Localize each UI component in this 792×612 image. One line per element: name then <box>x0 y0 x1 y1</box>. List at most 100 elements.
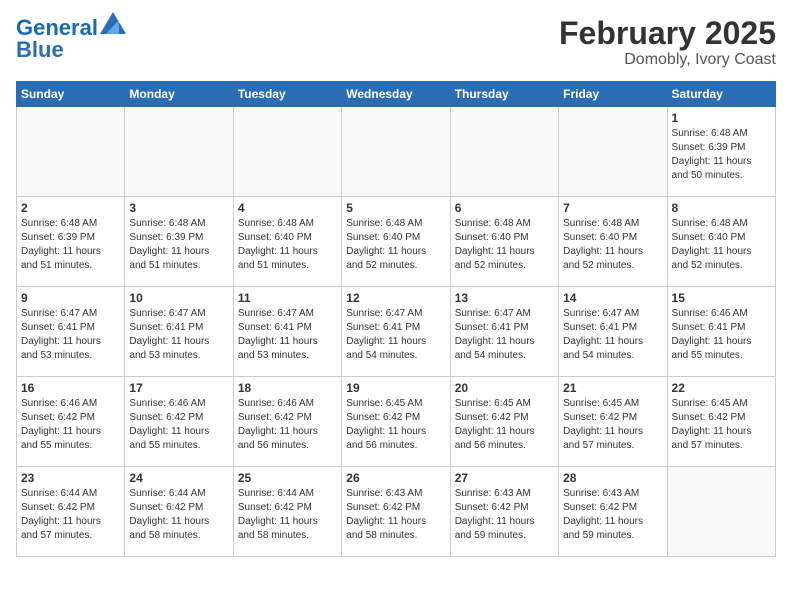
day-info: Sunrise: 6:47 AM Sunset: 6:41 PM Dayligh… <box>346 307 445 363</box>
day-info: Sunrise: 6:48 AM Sunset: 6:39 PM Dayligh… <box>129 217 228 273</box>
day-info: Sunrise: 6:48 AM Sunset: 6:39 PM Dayligh… <box>672 127 771 183</box>
day-info: Sunrise: 6:48 AM Sunset: 6:40 PM Dayligh… <box>563 217 662 273</box>
day-cell: 28 Sunrise: 6:43 AM Sunset: 6:42 PM Dayli… <box>559 467 667 557</box>
week-row-4: 23 Sunrise: 6:44 AM Sunset: 6:42 PM Dayli… <box>17 467 776 557</box>
col-monday: Monday <box>125 82 233 107</box>
day-cell: 4 Sunrise: 6:48 AM Sunset: 6:40 PM Daylig… <box>233 197 341 287</box>
title-block: February 2025 Domobly, Ivory Coast <box>559 16 776 69</box>
day-number: 13 <box>455 291 554 305</box>
col-friday: Friday <box>559 82 667 107</box>
col-sunday: Sunday <box>17 82 125 107</box>
day-number: 22 <box>672 381 771 395</box>
day-number: 24 <box>129 471 228 485</box>
header: General Blue February 2025 Domobly, Ivor… <box>16 16 776 69</box>
day-info: Sunrise: 6:45 AM Sunset: 6:42 PM Dayligh… <box>563 397 662 453</box>
day-number: 20 <box>455 381 554 395</box>
day-number: 10 <box>129 291 228 305</box>
day-cell <box>667 467 775 557</box>
day-cell: 24 Sunrise: 6:44 AM Sunset: 6:42 PM Dayli… <box>125 467 233 557</box>
day-info: Sunrise: 6:45 AM Sunset: 6:42 PM Dayligh… <box>346 397 445 453</box>
day-number: 23 <box>21 471 120 485</box>
day-cell: 25Sunrise: 6:44 AM Sunset: 6:42 PM Dayli… <box>233 467 341 557</box>
day-cell: 5Sunrise: 6:48 AM Sunset: 6:40 PM Daylig… <box>342 197 450 287</box>
day-info: Sunrise: 6:47 AM Sunset: 6:41 PM Dayligh… <box>563 307 662 363</box>
day-info: Sunrise: 6:46 AM Sunset: 6:41 PM Dayligh… <box>672 307 771 363</box>
day-info: Sunrise: 6:43 AM Sunset: 6:42 PM Dayligh… <box>455 487 554 543</box>
day-cell: 14 Sunrise: 6:47 AM Sunset: 6:41 PM Dayli… <box>559 287 667 377</box>
day-number: 15 <box>672 291 771 305</box>
day-cell: 12 Sunrise: 6:47 AM Sunset: 6:41 PM Dayli… <box>342 287 450 377</box>
day-info: Sunrise: 6:47 AM Sunset: 6:41 PM Dayligh… <box>129 307 228 363</box>
day-info: Sunrise: 6:48 AM Sunset: 6:40 PM Dayligh… <box>455 217 554 273</box>
day-cell: 11 Sunrise: 6:47 AM Sunset: 6:41 PM Dayli… <box>233 287 341 377</box>
day-cell <box>342 107 450 197</box>
day-number: 4 <box>238 201 337 215</box>
day-cell: 2Sunrise: 6:48 AM Sunset: 6:39 PM Daylig… <box>17 197 125 287</box>
day-number: 5 <box>346 201 445 215</box>
day-info: Sunrise: 6:45 AM Sunset: 6:42 PM Dayligh… <box>672 397 771 453</box>
logo-icon <box>100 12 126 34</box>
day-number: 6 <box>455 201 554 215</box>
day-number: 9 <box>21 291 120 305</box>
day-info: Sunrise: 6:47 AM Sunset: 6:41 PM Dayligh… <box>455 307 554 363</box>
day-number: 2 <box>21 201 120 215</box>
day-info: Sunrise: 6:47 AM Sunset: 6:41 PM Dayligh… <box>238 307 337 363</box>
day-info: Sunrise: 6:46 AM Sunset: 6:42 PM Dayligh… <box>238 397 337 453</box>
day-cell <box>233 107 341 197</box>
day-info: Sunrise: 6:46 AM Sunset: 6:42 PM Dayligh… <box>21 397 120 453</box>
day-number: 19 <box>346 381 445 395</box>
day-cell: 9 Sunrise: 6:47 AM Sunset: 6:41 PM Daylig… <box>17 287 125 377</box>
day-number: 16 <box>21 381 120 395</box>
day-info: Sunrise: 6:48 AM Sunset: 6:40 PM Dayligh… <box>238 217 337 273</box>
day-cell <box>125 107 233 197</box>
week-row-0: 1 Sunrise: 6:48 AM Sunset: 6:39 PM Daylig… <box>17 107 776 197</box>
col-thursday: Thursday <box>450 82 558 107</box>
week-row-2: 9 Sunrise: 6:47 AM Sunset: 6:41 PM Daylig… <box>17 287 776 377</box>
day-number: 11 <box>238 291 337 305</box>
day-number: 21 <box>563 381 662 395</box>
col-tuesday: Tuesday <box>233 82 341 107</box>
day-number: 8 <box>672 201 771 215</box>
day-number: 3 <box>129 201 228 215</box>
calendar-subtitle: Domobly, Ivory Coast <box>559 51 776 69</box>
day-number: 7 <box>563 201 662 215</box>
day-number: 26 <box>346 471 445 485</box>
day-cell: 7 Sunrise: 6:48 AM Sunset: 6:40 PM Daylig… <box>559 197 667 287</box>
day-cell: 17 Sunrise: 6:46 AM Sunset: 6:42 PM Dayli… <box>125 377 233 467</box>
day-cell <box>450 107 558 197</box>
day-number: 17 <box>129 381 228 395</box>
day-info: Sunrise: 6:45 AM Sunset: 6:42 PM Dayligh… <box>455 397 554 453</box>
col-wednesday: Wednesday <box>342 82 450 107</box>
calendar-container: General Blue February 2025 Domobly, Ivor… <box>0 0 792 565</box>
day-number: 1 <box>672 111 771 125</box>
day-info: Sunrise: 6:48 AM Sunset: 6:40 PM Dayligh… <box>672 217 771 273</box>
day-cell: 13 Sunrise: 6:47 AM Sunset: 6:41 PM Dayli… <box>450 287 558 377</box>
day-cell: 19 Sunrise: 6:45 AM Sunset: 6:42 PM Dayli… <box>342 377 450 467</box>
day-cell: 18Sunrise: 6:46 AM Sunset: 6:42 PM Dayli… <box>233 377 341 467</box>
day-number: 28 <box>563 471 662 485</box>
calendar-table: Sunday Monday Tuesday Wednesday Thursday… <box>16 81 776 557</box>
day-cell: 26 Sunrise: 6:43 AM Sunset: 6:42 PM Dayli… <box>342 467 450 557</box>
day-number: 25 <box>238 471 337 485</box>
week-row-1: 2 Sunrise: 6:48 AM Sunset: 6:39 PM Daylig… <box>17 197 776 287</box>
day-info: Sunrise: 6:46 AM Sunset: 6:42 PM Dayligh… <box>129 397 228 453</box>
day-info: Sunrise: 6:43 AM Sunset: 6:42 PM Dayligh… <box>563 487 662 543</box>
day-cell: 10 Sunrise: 6:47 AM Sunset: 6:41 PM Dayli… <box>125 287 233 377</box>
day-cell: 8 Sunrise: 6:48 AM Sunset: 6:40 PM Daylig… <box>667 197 775 287</box>
day-cell: 23Sunrise: 6:44 AM Sunset: 6:42 PM Dayli… <box>17 467 125 557</box>
day-cell: 15 Sunrise: 6:46 AM Sunset: 6:41 PM Dayli… <box>667 287 775 377</box>
day-cell <box>559 107 667 197</box>
day-number: 12 <box>346 291 445 305</box>
day-info: Sunrise: 6:44 AM Sunset: 6:42 PM Dayligh… <box>129 487 228 543</box>
logo-blue: Blue <box>16 38 64 62</box>
day-cell: 20 Sunrise: 6:45 AM Sunset: 6:42 PM Dayli… <box>450 377 558 467</box>
day-cell: 3 Sunrise: 6:48 AM Sunset: 6:39 PM Daylig… <box>125 197 233 287</box>
day-cell: 22 Sunrise: 6:45 AM Sunset: 6:42 PM Dayli… <box>667 377 775 467</box>
col-saturday: Saturday <box>667 82 775 107</box>
header-row: Sunday Monday Tuesday Wednesday Thursday… <box>17 82 776 107</box>
day-info: Sunrise: 6:43 AM Sunset: 6:42 PM Dayligh… <box>346 487 445 543</box>
day-info: Sunrise: 6:47 AM Sunset: 6:41 PM Dayligh… <box>21 307 120 363</box>
week-row-3: 16 Sunrise: 6:46 AM Sunset: 6:42 PM Dayli… <box>17 377 776 467</box>
day-cell: 1 Sunrise: 6:48 AM Sunset: 6:39 PM Daylig… <box>667 107 775 197</box>
day-number: 14 <box>563 291 662 305</box>
